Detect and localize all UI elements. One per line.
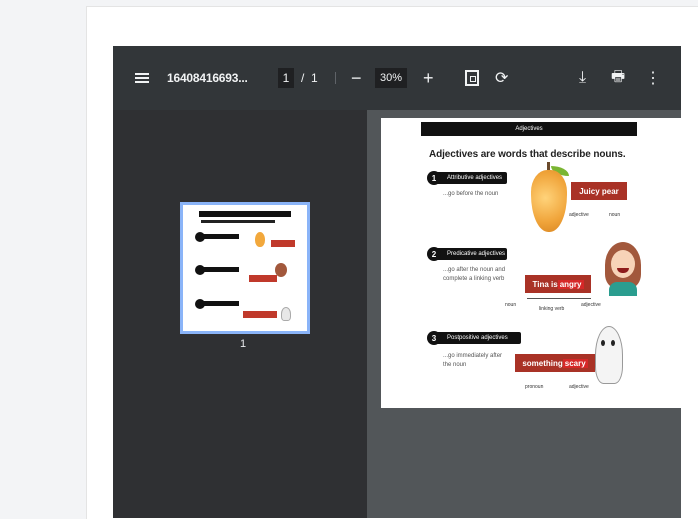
zoom-out-button[interactable]: − [351, 46, 362, 110]
thumb-phrase-1 [271, 240, 295, 247]
page-thumbnail[interactable] [180, 202, 310, 334]
girl-face-icon [611, 250, 635, 278]
zoom-input[interactable]: 30% [375, 68, 407, 88]
print-icon[interactable]: 🖶 [611, 46, 625, 110]
document-area[interactable]: Adjectives Adjectives are words that des… [367, 110, 681, 518]
fit-page-icon[interactable] [465, 46, 479, 110]
section-3-tag-1: pronoun [525, 384, 544, 390]
girl-body [609, 282, 637, 296]
section-2-label: Predicative adjectives [433, 248, 507, 260]
thumb-pear-icon [255, 232, 265, 247]
file-name: 16408416693... [167, 71, 248, 85]
section-1-label: Attributive adjectives [433, 172, 507, 184]
page-total: 1 [311, 71, 318, 85]
section-2-number: 2 [427, 247, 441, 261]
section-3-number: 3 [427, 331, 441, 345]
pdf-page: Adjectives Adjectives are words that des… [381, 118, 681, 408]
zoom-in-button[interactable]: + [423, 46, 434, 110]
section-2-phrase-prefix: Tina is [532, 279, 558, 289]
doc-subtitle: Adjectives are words that describe nouns… [429, 149, 626, 160]
thumb-label-3 [201, 301, 239, 306]
section-3-phrase-highlight: scary [562, 358, 588, 368]
section-2-tag-2: linking verb [539, 306, 565, 312]
section-1-tag-2: noun [609, 212, 621, 218]
section-1-number: 1 [427, 171, 441, 185]
thumb-phrase-3 [243, 311, 277, 318]
download-icon[interactable]: ⤓ [579, 46, 586, 110]
page-number-input[interactable]: 1 [278, 68, 294, 88]
section-1-phrase-highlight: Juicy pear [579, 186, 619, 196]
section-3-label: Postpositive adjectives [433, 332, 521, 344]
section-1-phrase: Juicy pear [571, 182, 627, 200]
section-2-phrase: Tina is angry [525, 275, 591, 293]
toolbar-divider [335, 72, 336, 84]
thumb-label-1 [201, 234, 239, 239]
thumbnail-sidebar: 1 [113, 110, 367, 518]
section-3-description: ...go immediately after the noun [443, 353, 503, 368]
section-2-phrase-highlight: angry [557, 279, 584, 289]
section-2-description: ...go after the noun and complete a link… [443, 267, 506, 282]
section-1-description: ...go before the noun [443, 191, 499, 197]
thumb-subtitle [201, 220, 275, 223]
section-2-tag-1: noun [505, 302, 517, 308]
ghost-eye-right [611, 340, 615, 346]
section-2-bracket [527, 298, 591, 299]
thumb-phrase-2 [249, 275, 277, 282]
section-2-tag-3: adjective [581, 302, 601, 308]
page-separator: / [301, 71, 305, 85]
thumb-title-bar [199, 211, 291, 217]
rotate-icon[interactable]: ⟳ [495, 46, 508, 110]
section-3-tag-2: adjective [569, 384, 589, 390]
ghost-icon [595, 326, 623, 384]
menu-icon[interactable] [135, 46, 151, 110]
pdf-viewer: 16408416693... 1 / 1 − 30% + ⟳ ⤓ 🖶 ⋮ 1 A… [113, 46, 681, 518]
doc-title: Adjectives [421, 122, 637, 136]
section-3-phrase: something scary [515, 354, 595, 372]
ghost-eye-left [601, 340, 605, 346]
pear-icon [531, 170, 567, 232]
pdf-toolbar: 16408416693... 1 / 1 − 30% + ⟳ ⤓ 🖶 ⋮ [113, 46, 681, 110]
thumbnail-page-number: 1 [240, 338, 247, 350]
more-options-icon[interactable]: ⋮ [645, 46, 661, 110]
section-3-phrase-prefix: something [522, 358, 563, 368]
thumb-label-2 [201, 267, 239, 272]
thumb-ghost-icon [281, 307, 291, 321]
section-1-tag-1: adjective [569, 212, 589, 218]
